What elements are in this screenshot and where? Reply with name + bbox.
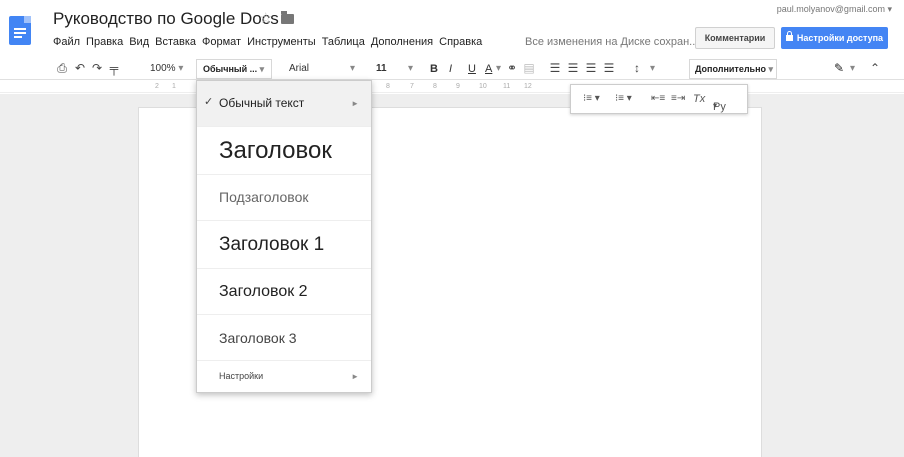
style-menu-item-label: Заголовок 1 (219, 234, 325, 255)
indent-decrease-icon[interactable]: ⇤≡ (651, 93, 665, 104)
toolbar: ⎙ ↶ ↷ ╤ 100% ▾ Обычный ... ▾ Arial ▾ 11 … (0, 58, 904, 80)
paragraph-style-menu: ✓ Обычный текст ► Заголовок Подзаголовок… (196, 80, 372, 393)
clear-format-icon[interactable]: Tx (693, 93, 705, 105)
align-center-icon[interactable]: ☰ (566, 61, 580, 75)
menu-insert[interactable]: Вставка (155, 36, 196, 48)
menu-format[interactable]: Формат (202, 36, 241, 48)
account-email[interactable]: paul.molyanov@gmail.com ▾ (777, 4, 892, 15)
share-button-label: Настройки доступа (796, 33, 884, 43)
ruler-mark: 1 (172, 83, 176, 90)
text-color-button[interactable]: A (485, 61, 492, 77)
zoom-select[interactable]: 100% ▾ (150, 61, 183, 77)
menu-help[interactable]: Справка (439, 36, 482, 48)
more-button-label: Дополнительно (695, 64, 767, 74)
style-menu-item-heading1[interactable]: Заголовок 1 (197, 221, 371, 269)
star-icon[interactable]: ☆ (259, 9, 272, 27)
bold-button[interactable]: B (430, 61, 438, 77)
ruler-mark: 7 (410, 83, 414, 90)
menu-file[interactable]: Файл (53, 36, 80, 48)
ruler-mark: 8 (386, 83, 390, 90)
chevron-down-icon[interactable]: ▾ (496, 61, 501, 77)
zoom-value: 100% (150, 63, 176, 74)
style-value: Обычный ... (203, 64, 258, 74)
font-size-select[interactable]: 11 (376, 61, 387, 77)
menu-tools[interactable]: Инструменты (247, 36, 316, 48)
chevron-down-icon: ▾ (257, 64, 265, 74)
indent-increase-icon[interactable]: ≡⇥ (671, 93, 685, 104)
menu-edit[interactable]: Правка (86, 36, 123, 48)
style-menu-item-label: Обычный текст (219, 96, 305, 110)
font-size-value: 11 (376, 63, 387, 74)
numbered-list-icon[interactable]: ⁝≡ ▾ (583, 93, 600, 104)
chevron-down-icon: ▾ (713, 101, 718, 110)
style-menu-settings-label: Настройки (219, 371, 264, 381)
ruler-mark: 2 (155, 83, 159, 90)
save-status[interactable]: Все изменения на Диске сохран... (525, 36, 698, 48)
style-menu-item-title[interactable]: Заголовок (197, 127, 371, 175)
chevron-down-icon[interactable]: ▾ (408, 61, 413, 77)
submenu-arrow-icon: ► (351, 372, 359, 381)
app-header: Руководство по Google Docs ☆ Файл Правка… (0, 0, 904, 58)
align-left-icon[interactable]: ☰ (548, 61, 562, 75)
align-justify-icon[interactable]: ☰ (602, 61, 616, 75)
comment-icon[interactable]: ▤ (522, 61, 536, 75)
chevron-down-icon[interactable]: ▾ (350, 61, 355, 77)
chevron-down-icon[interactable]: ▾ (850, 61, 855, 77)
document-workspace (0, 94, 904, 457)
ruler-mark: 8 (433, 83, 437, 90)
style-menu-item-normal[interactable]: ✓ Обычный текст ► (197, 81, 371, 127)
italic-button[interactable]: I (449, 61, 452, 77)
font-select[interactable]: Arial (289, 61, 309, 77)
style-menu-item-label: Заголовок (219, 137, 332, 164)
menu-view[interactable]: Вид (129, 36, 149, 48)
docs-logo-icon[interactable] (9, 16, 31, 45)
style-menu-item-label: Заголовок 2 (219, 283, 308, 300)
menu-addons[interactable]: Дополнения (371, 36, 433, 48)
paragraph-style-select[interactable]: Обычный ... ▾ (196, 59, 272, 79)
style-menu-settings[interactable]: Настройки ► (197, 361, 371, 393)
link-icon[interactable]: ⚭ (505, 61, 519, 75)
lock-icon (785, 31, 793, 41)
chevron-down-icon: ▾ (175, 63, 184, 74)
overflow-toolbar: ⁝≡ ▾ ⁝≡ ▾ ⇤≡ ≡⇥ Tx Ру ▾ (570, 84, 748, 114)
pencil-icon[interactable]: ✎ (832, 61, 846, 75)
line-spacing-icon[interactable]: ↕ (630, 61, 644, 75)
align-right-icon[interactable]: ☰ (584, 61, 598, 75)
style-menu-item-heading2[interactable]: Заголовок 2 (197, 269, 371, 315)
ruler-mark: 11 (503, 83, 511, 90)
chevron-down-icon: ▾ (766, 64, 774, 74)
account-email-text: paul.molyanov@gmail.com (776, 4, 885, 14)
checkmark-icon: ✓ (204, 96, 214, 108)
style-menu-item-label: Заголовок 3 (219, 330, 297, 346)
style-menu-item-subtitle[interactable]: Подзаголовок (197, 175, 371, 221)
document-title[interactable]: Руководство по Google Docs (53, 9, 279, 29)
collapse-icon[interactable]: ⌃ (868, 61, 882, 75)
ruler-mark: 12 (524, 83, 532, 90)
bulleted-list-icon[interactable]: ⁝≡ ▾ (615, 93, 632, 104)
redo-icon[interactable]: ↷ (90, 61, 104, 75)
comments-button[interactable]: Комментарии (695, 27, 775, 49)
print-icon[interactable]: ⎙ (55, 61, 69, 75)
chevron-down-icon[interactable]: ▾ (650, 61, 655, 77)
share-button[interactable]: Настройки доступа (781, 27, 888, 49)
chevron-down-icon: ▾ (887, 4, 892, 14)
submenu-arrow-icon: ► (351, 99, 359, 108)
font-value: Arial (289, 63, 310, 74)
style-menu-item-heading3[interactable]: Заголовок 3 (197, 315, 371, 361)
underline-button[interactable]: U (468, 61, 476, 77)
style-menu-item-label: Подзаголовок (219, 189, 309, 205)
ruler-mark: 9 (456, 83, 460, 90)
undo-icon[interactable]: ↶ (73, 61, 87, 75)
paint-format-icon[interactable]: ╤ (107, 61, 121, 75)
folder-icon[interactable] (281, 11, 294, 24)
menu-table[interactable]: Таблица (322, 36, 365, 48)
more-button[interactable]: Дополнительно ▾ (689, 59, 777, 79)
menu-bar: Файл Правка Вид Вставка Формат Инструмен… (53, 36, 488, 48)
ruler[interactable]: 2 1 8 7 8 9 10 11 12 (0, 81, 904, 93)
ruler-mark: 10 (479, 83, 487, 90)
